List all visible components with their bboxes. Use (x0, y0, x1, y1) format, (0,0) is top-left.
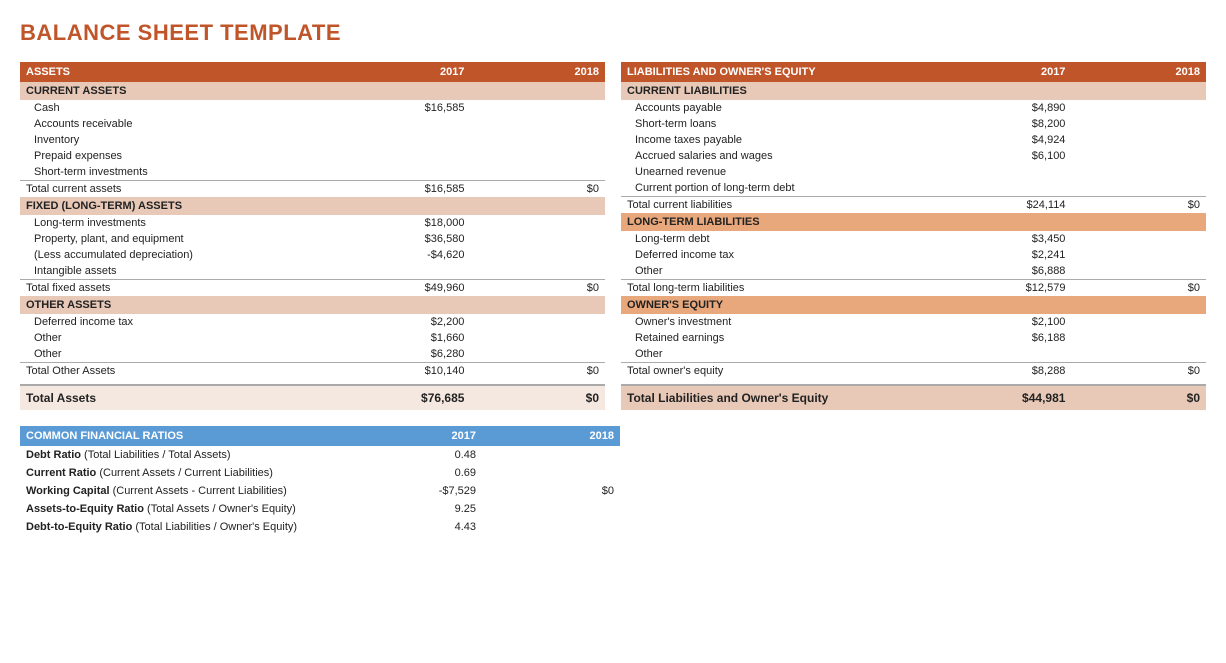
current-liabilities-header: CURRENT LIABILITIES (621, 82, 1206, 100)
page-title: BALANCE SHEET TEMPLATE (20, 20, 1206, 46)
assets-header: ASSETS 2017 2018 (20, 62, 605, 82)
owners-equity-total: Total owner's equity $8,288 $0 (621, 363, 1206, 380)
table-row: Retained earnings $6,188 (621, 330, 1206, 346)
table-row: Accounts payable $4,890 (621, 100, 1206, 116)
table-row: Accrued salaries and wages $6,100 (621, 148, 1206, 164)
table-row: Other (621, 346, 1206, 363)
longterm-liabilities-total: Total long-term liabilities $12,579 $0 (621, 280, 1206, 297)
ratio-row-assets-equity: Assets-to-Equity Ratio (Total Assets / O… (20, 500, 620, 518)
table-row: Long-term debt $3,450 (621, 231, 1206, 247)
assets-header-label: ASSETS (20, 62, 342, 82)
table-row: Other $6,280 (20, 346, 605, 363)
liabilities-section: LIABILITIES AND OWNER'S EQUITY 2017 2018… (621, 62, 1206, 410)
current-assets-total: Total current assets $16,585 $0 (20, 181, 605, 198)
ratio-row-debt: Debt Ratio (Total Liabilities / Total As… (20, 446, 620, 464)
table-row: Intangible assets (20, 263, 605, 280)
table-row: Short-term loans $8,200 (621, 116, 1206, 132)
current-liabilities-total: Total current liabilities $24,114 $0 (621, 197, 1206, 214)
table-row: Income taxes payable $4,924 (621, 132, 1206, 148)
assets-header-2017: 2017 (342, 62, 471, 82)
liabilities-header-2017: 2017 (943, 62, 1072, 82)
other-assets-total: Total Other Assets $10,140 $0 (20, 363, 605, 380)
ratios-section: COMMON FINANCIAL RATIOS 2017 2018 Debt R… (20, 426, 620, 536)
assets-section: ASSETS 2017 2018 CURRENT ASSETS Cash $16… (20, 62, 605, 410)
table-row: Long-term investments $18,000 (20, 215, 605, 231)
table-row: Deferred income tax $2,241 (621, 247, 1206, 263)
ratio-row-current: Current Ratio (Current Assets / Current … (20, 464, 620, 482)
table-row: Current portion of long-term debt (621, 180, 1206, 197)
liabilities-header-label: LIABILITIES AND OWNER'S EQUITY (621, 62, 943, 82)
table-row: Inventory (20, 132, 605, 148)
table-row: Short-term investments (20, 164, 605, 181)
table-row: Cash $16,585 (20, 100, 605, 116)
longterm-liabilities-header: LONG-TERM LIABILITIES (621, 213, 1206, 231)
ratio-row-working-capital: Working Capital (Current Assets - Curren… (20, 482, 620, 500)
liabilities-header: LIABILITIES AND OWNER'S EQUITY 2017 2018 (621, 62, 1206, 82)
table-row: (Less accumulated depreciation) -$4,620 (20, 247, 605, 263)
ratio-row-debt-equity: Debt-to-Equity Ratio (Total Liabilities … (20, 518, 620, 536)
assets-header-2018: 2018 (470, 62, 605, 82)
total-liabilities-row: Total Liabilities and Owner's Equity $44… (621, 385, 1206, 410)
table-row: Deferred income tax $2,200 (20, 314, 605, 330)
fixed-assets-header: FIXED (LONG-TERM) ASSETS (20, 197, 605, 215)
table-row: Other $1,660 (20, 330, 605, 346)
table-row: Accounts receivable (20, 116, 605, 132)
fixed-assets-total: Total fixed assets $49,960 $0 (20, 280, 605, 297)
owners-equity-header: OWNER'S EQUITY (621, 296, 1206, 314)
table-row: Other $6,888 (621, 263, 1206, 280)
table-row: Prepaid expenses (20, 148, 605, 164)
table-row: Owner's investment $2,100 (621, 314, 1206, 330)
table-row: Property, plant, and equipment $36,580 (20, 231, 605, 247)
total-assets-row: Total Assets $76,685 $0 (20, 385, 605, 410)
ratios-header: COMMON FINANCIAL RATIOS 2017 2018 (20, 426, 620, 446)
liabilities-header-2018: 2018 (1071, 62, 1206, 82)
ratios-header-2017: 2017 (350, 426, 482, 446)
current-assets-header: CURRENT ASSETS (20, 82, 605, 100)
ratios-header-label: COMMON FINANCIAL RATIOS (20, 426, 350, 446)
other-assets-header: OTHER ASSETS (20, 296, 605, 314)
ratios-header-2018: 2018 (482, 426, 620, 446)
table-row: Unearned revenue (621, 164, 1206, 180)
